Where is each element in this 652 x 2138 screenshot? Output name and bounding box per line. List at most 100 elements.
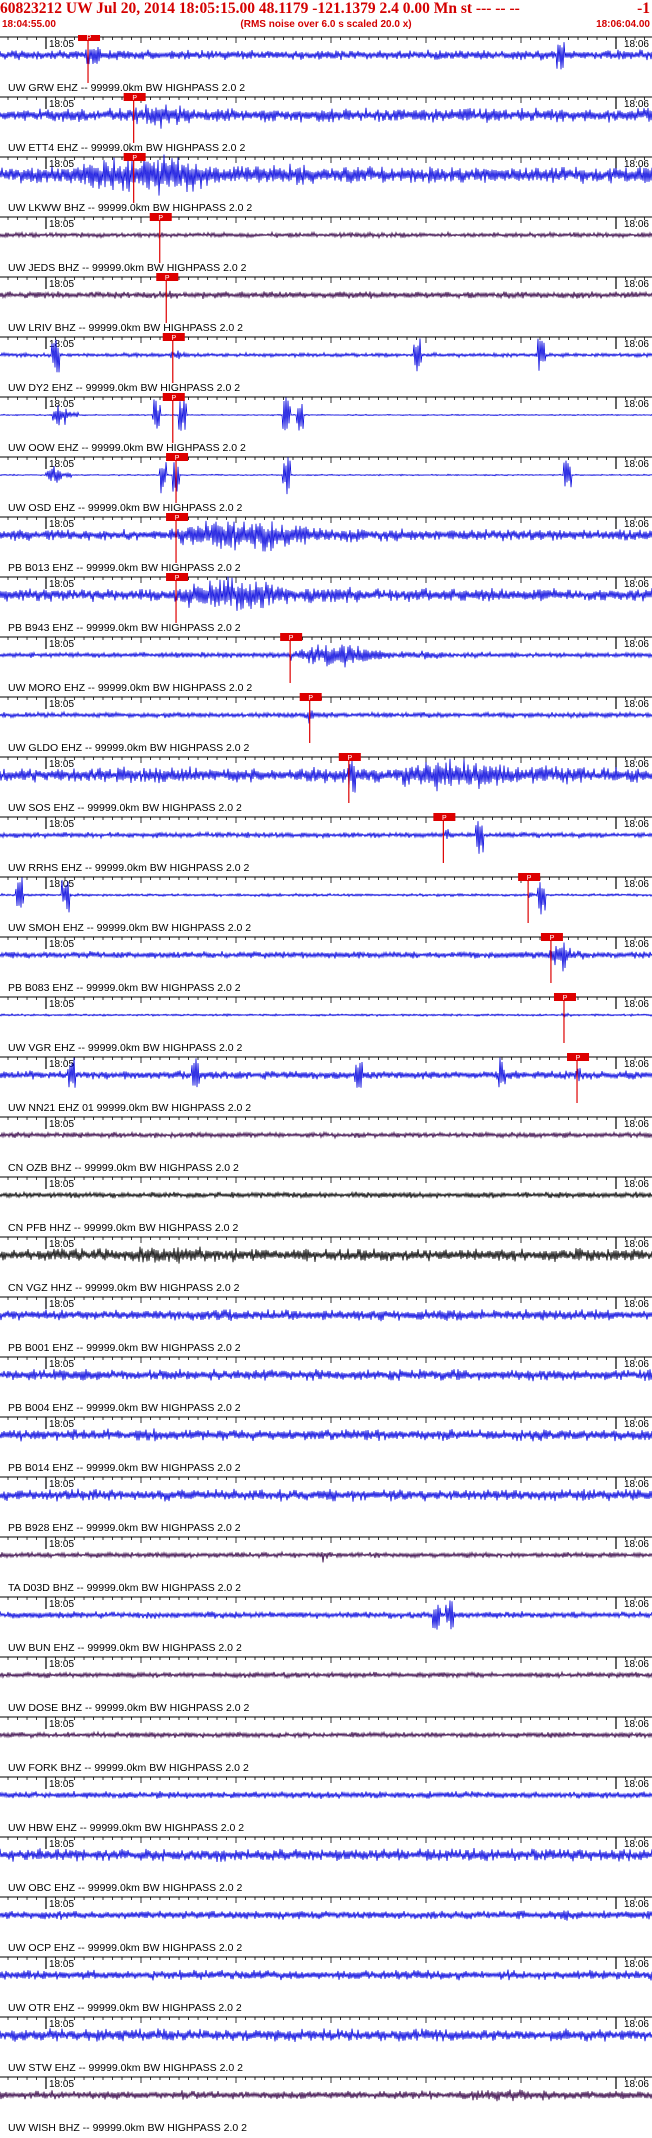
minute-label: 18:05 <box>49 1479 74 1490</box>
trace-row: 18:05 18:06 P PB B943 EHZ -- 99999.0km BW H… <box>0 573 652 634</box>
trace-row: 18:05 18:06 P UW RRHS EHZ -- 99999.0km BW H… <box>0 813 652 874</box>
station-label: PB B943 EHZ -- 99999.0km BW HIGHPASS 2.0… <box>8 622 241 634</box>
minute-label: 18:05 <box>49 1899 74 1910</box>
trace-row: 18:05 18:06 P UW OSD EHZ -- 99999.0km BW HI… <box>0 453 652 514</box>
pick-label: P <box>442 815 447 822</box>
waveform <box>0 1848 652 1863</box>
station-label: UW OOW EHZ -- 99999.0km BW HIGHPASS 2.0 … <box>8 442 246 454</box>
minute-label: 18:06 <box>624 1839 649 1850</box>
trace-row: 18:05 18:06 P UW ETT4 EHZ -- 99999.0km BW H… <box>0 93 652 154</box>
minute-label: 18:06 <box>624 699 649 710</box>
pick-label: P <box>132 95 137 102</box>
station-label: CN VGZ HHZ -- 99999.0km BW HIGHPASS 2.0 … <box>8 1282 240 1294</box>
minute-label: 18:05 <box>49 99 74 110</box>
trace-row: 18:05 18:06 P UW VGR EHZ -- 99999.0km BW HI… <box>0 993 652 1054</box>
minute-label: 18:06 <box>624 219 649 230</box>
station-label: UW OBC EHZ -- 99999.0km BW HIGHPASS 2.0 … <box>8 1882 243 1894</box>
waveform <box>0 1368 652 1382</box>
minute-label: 18:06 <box>624 819 649 830</box>
trace-row: 18:05 18:06 P UW MORO EHZ -- 99999.0km BW H… <box>0 633 652 694</box>
trace-row: 18:05 18:06 CN OZB BHZ -- 99999.0km BW HIG… <box>0 1116 652 1174</box>
minute-label: 18:05 <box>49 1359 74 1370</box>
end-time: 18:06:04.00 <box>596 19 650 30</box>
minute-label: 18:05 <box>49 1239 74 1250</box>
minute-label: 18:05 <box>49 339 74 350</box>
station-label: UW DY2 EHZ -- 99999.0km BW HIGHPASS 2.0 … <box>8 382 240 394</box>
pick-label: P <box>165 275 170 282</box>
station-label: UW RRHS EHZ -- 99999.0km BW HIGHPASS 2.0… <box>8 862 250 874</box>
station-label: UW STW EHZ -- 99999.0km BW HIGHPASS 2.0 … <box>8 2062 243 2074</box>
minute-label: 18:05 <box>49 459 74 470</box>
trace-row: 18:05 18:06 PB B014 EHZ -- 99999.0km BW HI… <box>0 1416 652 1474</box>
minute-label: 18:05 <box>49 1539 74 1550</box>
pick-label: P <box>308 695 313 702</box>
station-label: PB B014 EHZ -- 99999.0km BW HIGHPASS 2.0… <box>8 1462 241 1474</box>
trace-row: 18:05 18:06 UW HBW EHZ -- 99999.0km BW HIG… <box>0 1776 652 1834</box>
waveform <box>0 877 652 915</box>
pick-label: P <box>132 155 137 162</box>
minute-label: 18:06 <box>624 1479 649 1490</box>
minute-label: 18:05 <box>49 1839 74 1850</box>
station-label: UW GLDO EHZ -- 99999.0km BW HIGHPASS 2.0… <box>8 742 250 754</box>
station-label: UW OTR EHZ -- 99999.0km BW HIGHPASS 2.0 … <box>8 2002 242 2014</box>
time-range-line: 18:04:55.00 (RMS noise over 6.0 s scaled… <box>0 19 652 31</box>
waveform <box>0 1011 652 1018</box>
trace-row: 18:05 18:06 P UW GRW EHZ -- 99999.0km BW HI… <box>0 35 652 94</box>
station-label: PB B001 EHZ -- 99999.0km BW HIGHPASS 2.0… <box>8 1342 241 1354</box>
trace-row: 18:05 18:06 P UW SOS EHZ -- 99999.0km BW HI… <box>0 753 652 814</box>
minute-label: 18:06 <box>624 1719 649 1730</box>
station-label: UW MORO EHZ -- 99999.0km BW HIGHPASS 2.0… <box>8 682 252 694</box>
station-label: TA D03D BHZ -- 99999.0km BW HIGHPASS 2.0… <box>8 1582 241 1594</box>
minute-label: 18:05 <box>49 939 74 950</box>
trace-row: 18:05 18:06 UW FORK BHZ -- 99999.0km BW HI… <box>0 1716 652 1774</box>
station-label: UW SOS EHZ -- 99999.0km BW HIGHPASS 2.0 … <box>8 802 242 814</box>
waveform <box>0 1730 652 1740</box>
minute-label: 18:06 <box>624 2079 649 2090</box>
trace-row: 18:05 18:06 UW BUN EHZ -- 99999.0km BW HIG… <box>0 1596 652 1654</box>
waveform <box>0 457 652 495</box>
waveform <box>0 154 652 196</box>
station-label: UW JEDS BHZ -- 99999.0km BW HIGHPASS 2.0… <box>8 262 247 274</box>
station-label: UW OCP EHZ -- 99999.0km BW HIGHPASS 2.0 … <box>8 1942 242 1954</box>
waveform <box>0 1309 652 1322</box>
minute-label: 18:05 <box>49 579 74 590</box>
pick-label: P <box>171 395 176 402</box>
waveform <box>0 2028 652 2042</box>
minute-label: 18:05 <box>49 639 74 650</box>
pick-label: P <box>576 1055 581 1062</box>
station-label: UW NN21 EHZ 01 99999.0km BW HIGHPASS 2.0… <box>8 1102 251 1114</box>
waveform <box>0 1670 652 1680</box>
trace-row: 18:05 18:06 P UW NN21 EHZ 01 99999.0km BW H… <box>0 1053 652 1114</box>
waveform <box>0 1969 652 1981</box>
trace-row: 18:05 18:06 PB B001 EHZ -- 99999.0km BW HI… <box>0 1296 652 1354</box>
minute-label: 18:06 <box>624 339 649 350</box>
minute-label: 18:06 <box>624 1119 649 1130</box>
waveform <box>0 1130 652 1140</box>
minute-label: 18:06 <box>624 1599 649 1610</box>
waveform <box>0 758 652 793</box>
trace-row: 18:05 18:06 P PB B083 EHZ -- 99999.0km BW H… <box>0 933 652 994</box>
trace-row: 18:05 18:06 P PB B013 EHZ -- 99999.0km BW H… <box>0 513 652 574</box>
pick-label: P <box>563 995 568 1002</box>
pick-label: P <box>171 335 176 342</box>
minute-label: 18:05 <box>49 699 74 710</box>
minute-label: 18:05 <box>49 999 74 1010</box>
trace-row: 18:05 18:06PUW SMOH EHZ -- 99999.0km BW H… <box>0 873 652 934</box>
trace-row: 18:05 18:06 UW DOSE BHZ -- 99999.0km BW HI… <box>0 1656 652 1714</box>
trace-row: 18:05 18:06PUW LKWW BHZ -- 99999.0km BW H… <box>0 153 652 214</box>
waveform <box>0 644 652 668</box>
waveform <box>0 1488 652 1502</box>
event-title-suffix: -1 <box>637 0 650 17</box>
waveform <box>0 1910 652 1921</box>
minute-label: 18:05 <box>49 219 74 230</box>
trace-row: 18:05 18:06 UW OTR EHZ -- 99999.0km BW HIG… <box>0 1956 652 2014</box>
station-label: UW WISH BHZ -- 99999.0km BW HIGHPASS 2.0… <box>8 2122 247 2134</box>
station-label: UW SMOH EHZ -- 99999.0km BW HIGHPASS 2.0… <box>8 922 251 934</box>
minute-label: 18:06 <box>624 2019 649 2030</box>
rms-note: (RMS noise over 6.0 s scaled 20.0 x) <box>240 19 412 30</box>
minute-label: 18:06 <box>624 1779 649 1790</box>
minute-label: 18:05 <box>49 519 74 530</box>
waveform <box>0 1550 652 1563</box>
minute-label: 18:06 <box>624 759 649 770</box>
waveform <box>0 338 652 373</box>
